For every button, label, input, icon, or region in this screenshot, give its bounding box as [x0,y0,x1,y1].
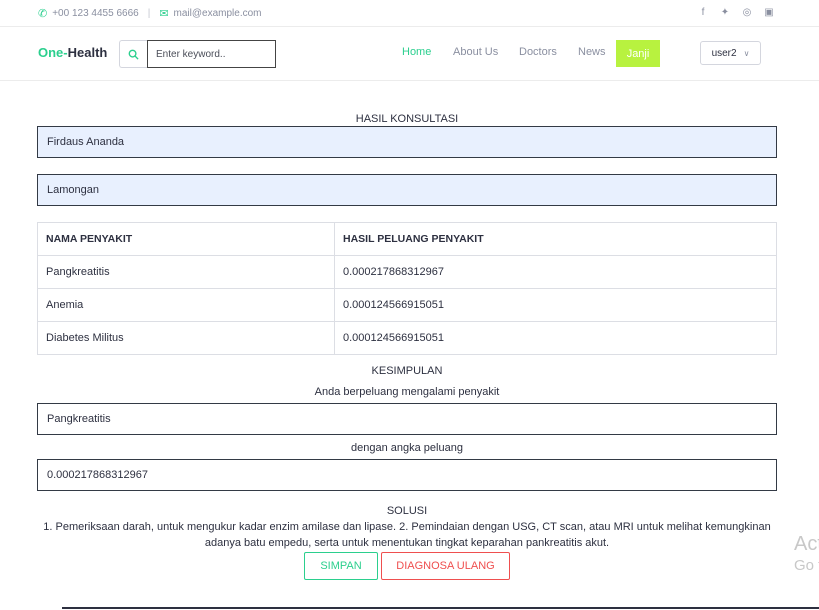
brand-part-one: One- [38,45,68,60]
nama-value: Firdaus Ananda [47,136,125,148]
phone-number[interactable]: +00 123 4455 6666 [52,8,138,19]
simpan-button[interactable]: SIMPAN [304,552,378,580]
dribbble-icon[interactable]: ◎ [741,7,753,18]
solusi-text: 1. Pemeriksaan darah, untuk mengukur kad… [43,521,771,549]
search-input[interactable] [147,40,276,68]
alamat-value: Lamongan [47,184,99,196]
nav-link-doctors[interactable]: Doctors [519,46,557,58]
email-link[interactable]: mail@example.com [174,8,262,19]
penyakit-field[interactable]: Pangkreatitis [37,403,777,435]
watermark-line-one: Act [794,533,819,555]
top-bar: ✆ +00 123 4455 6666 | ✉ mail@example.com… [0,0,819,27]
solusi-title: SOLUSI [386,505,428,517]
cell-peluang: 0.000124566915051 [334,321,777,355]
cell-peluang: 0.000124566915051 [334,288,777,322]
table-header-row: NAMA PENYAKIT HASIL PELUANG PENYAKIT [37,222,777,256]
social-links: f ✦ ◎ ▣ [697,7,785,18]
penyakit-value: Pangkreatitis [47,413,111,425]
search-button[interactable] [119,40,147,68]
table-row: Diabetes Militus 0.000124566915051 [37,321,777,355]
brand-logo[interactable]: One-Health [38,45,107,60]
angka-value: 0.000217868312967 [47,469,148,481]
diagnosa-ulang-button[interactable]: DIAGNOSA ULANG [381,552,510,580]
janji-button[interactable]: Janji [616,40,660,67]
hasil-title: HASIL KONSULTASI [355,113,459,125]
contact-info: ✆ +00 123 4455 6666 | ✉ mail@example.com [38,7,262,20]
cell-penyakit: Diabetes Militus [37,321,335,355]
cell-peluang: 0.000217868312967 [334,255,777,289]
angka-label: dengan angka peluang [351,442,463,454]
table-row: Anemia 0.000124566915051 [37,288,777,322]
activation-watermark: Act Go to [794,532,819,576]
hasil-table: NAMA PENYAKIT HASIL PELUANG PENYAKIT Pan… [37,222,777,355]
user-dropdown[interactable]: user2 ∨ [700,41,761,65]
envelope-icon: ✉ [159,8,169,20]
search-icon [128,49,139,60]
kesimpulan-intro: Anda berpeluang mengalami penyakit [314,386,500,398]
nav-link-news[interactable]: News [578,46,606,58]
cell-penyakit: Anemia [37,288,335,322]
header-nama-penyakit: NAMA PENYAKIT [37,222,335,256]
angka-field[interactable]: 0.000217868312967 [37,459,777,491]
watermark-line-two: Go to [794,557,819,574]
header-hasil-peluang: HASIL PELUANG PENYAKIT [334,222,777,256]
contact-separator: | [147,8,151,19]
user-name: user2 [711,47,737,59]
chevron-down-icon: ∨ [743,48,750,58]
main-navbar: One-Health Home About Us Doctors News Ja… [0,27,819,81]
kesimpulan-title: KESIMPULAN [371,365,443,377]
alamat-field[interactable]: Lamongan [37,174,777,206]
nav-link-home[interactable]: Home [402,46,431,58]
facebook-icon[interactable]: f [697,7,709,18]
cell-penyakit: Pangkreatitis [37,255,335,289]
bottom-divider [62,607,819,609]
nama-field[interactable]: Firdaus Ananda [37,126,777,158]
phone-icon: ✆ [38,8,48,20]
nav-link-about-us[interactable]: About Us [453,46,498,58]
twitter-icon[interactable]: ✦ [719,7,731,18]
brand-part-two: Health [67,45,108,60]
table-row: Pangkreatitis 0.000217868312967 [37,255,777,289]
instagram-icon[interactable]: ▣ [763,7,775,18]
